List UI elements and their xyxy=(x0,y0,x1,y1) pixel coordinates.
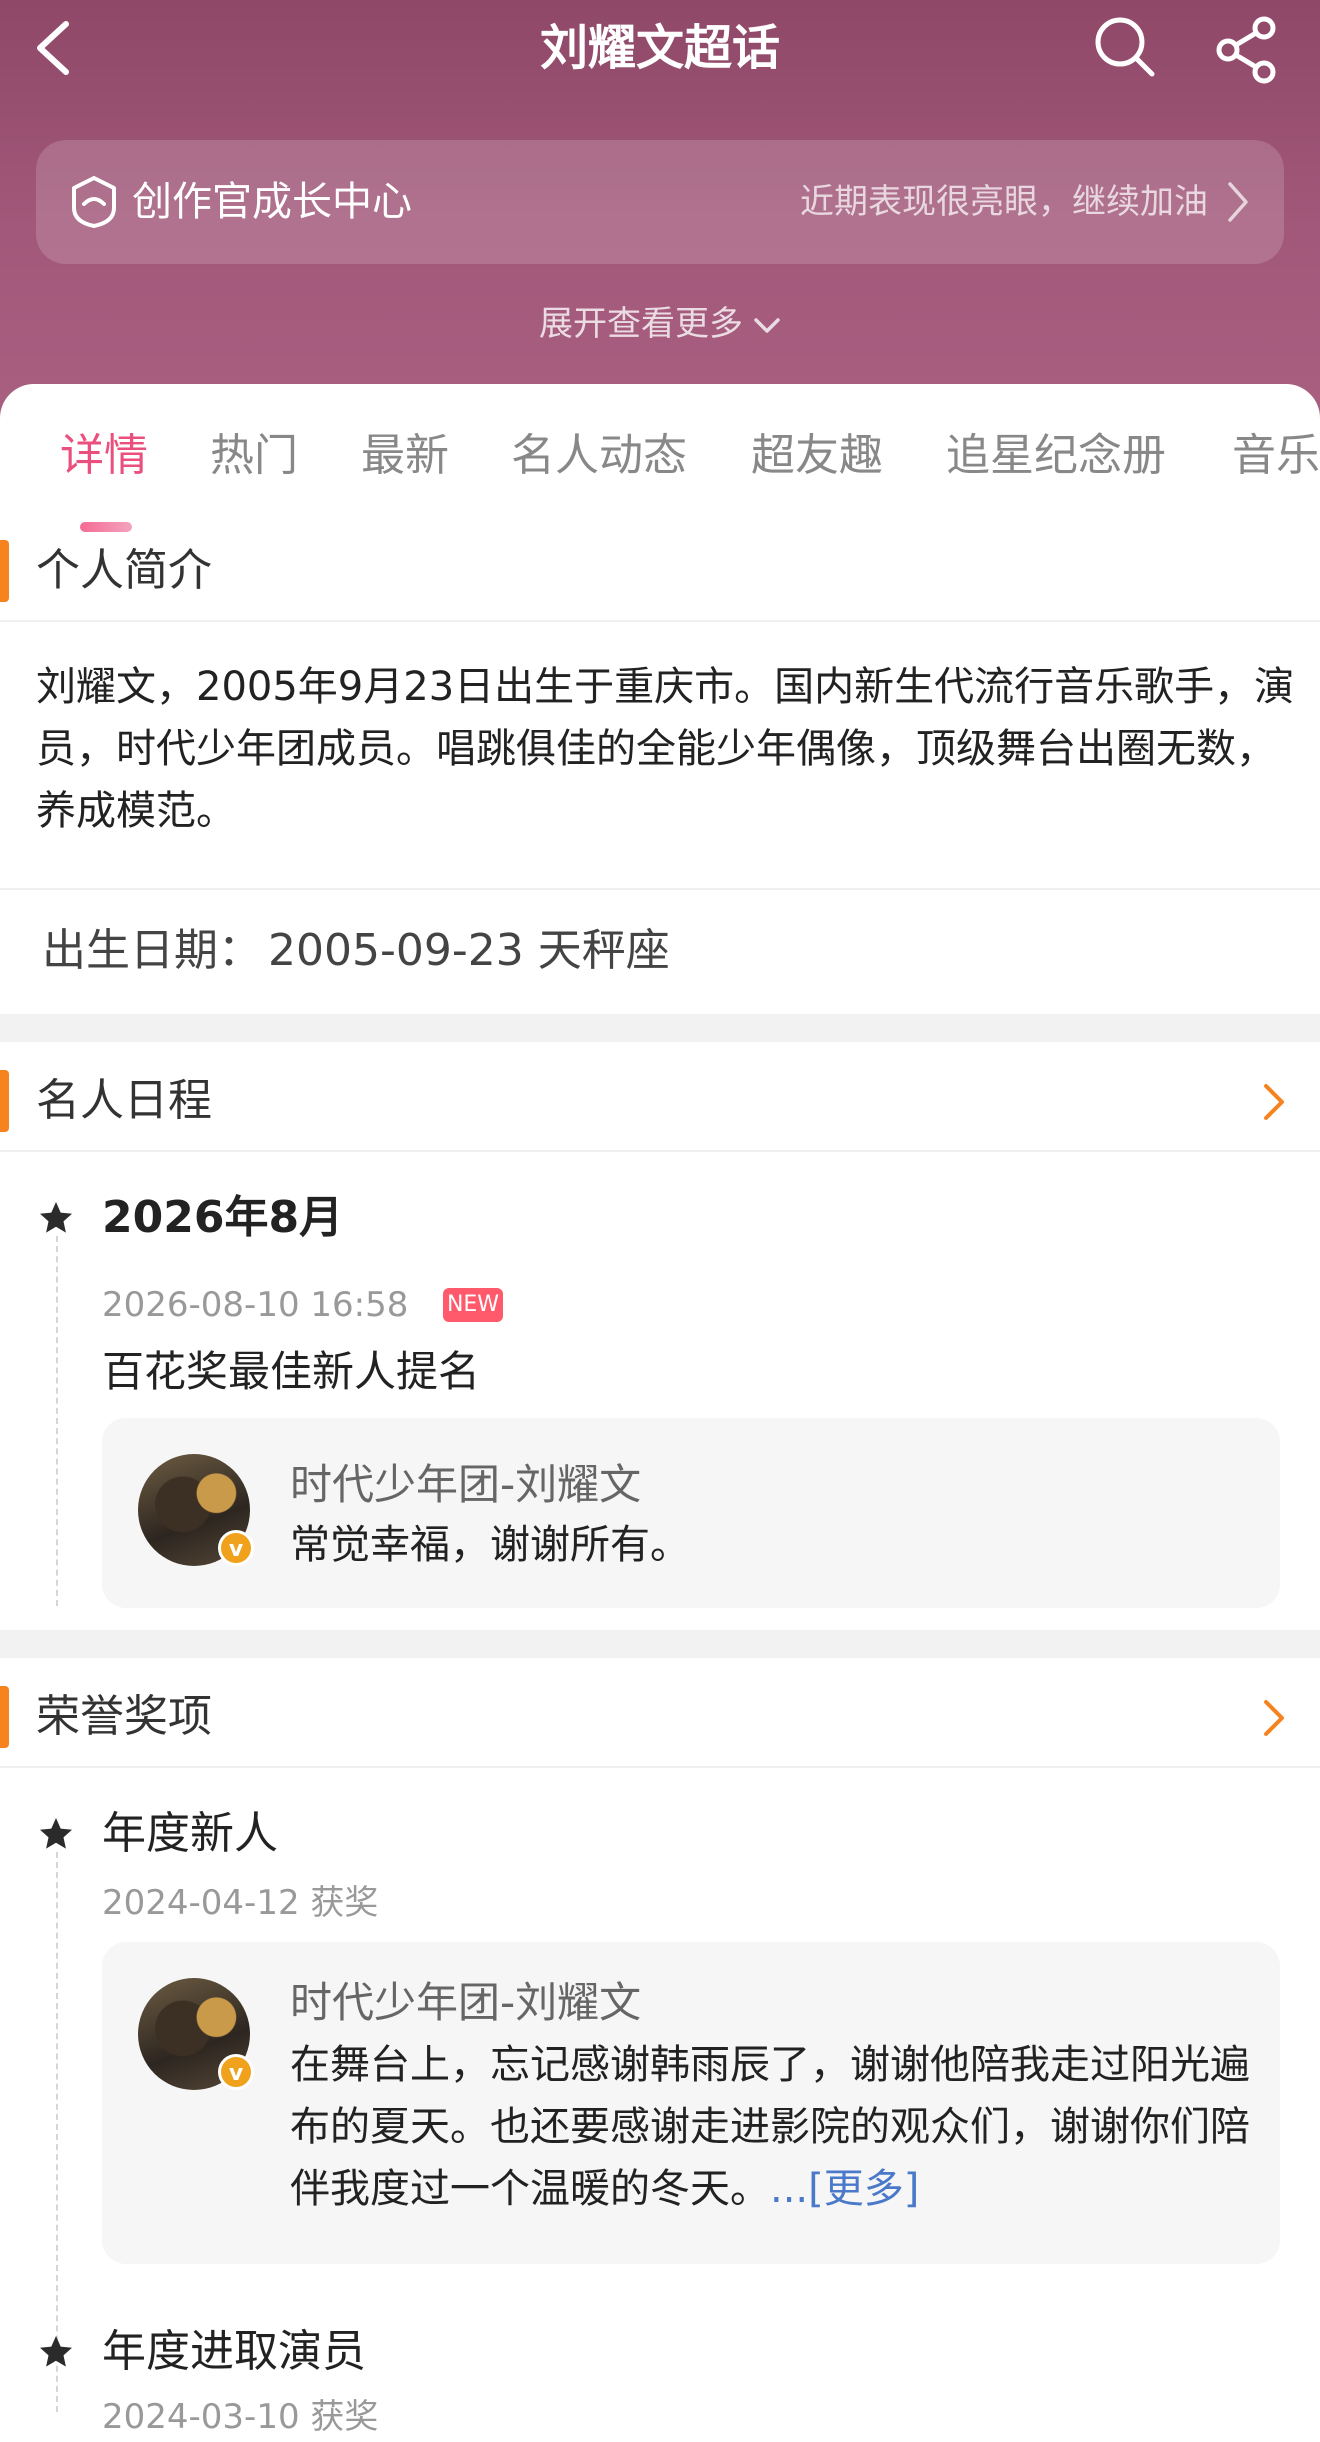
star-icon xyxy=(40,2336,72,2367)
creator-badge-icon xyxy=(72,176,116,228)
tab-fan-fun[interactable]: 超友趣 xyxy=(751,414,883,498)
new-badge: NEW xyxy=(443,1288,503,1322)
divider xyxy=(0,620,1320,622)
divider xyxy=(0,1150,1320,1152)
post-text-block: 在舞台上，忘记感谢韩雨辰了，谢谢他陪我走过阳光遍布的夏天。也还要感谢走进影院的观… xyxy=(290,2034,1250,2220)
verified-badge-icon: v xyxy=(218,2054,254,2090)
honor-date: 2024-03-10 获奖 xyxy=(102,2397,379,2437)
honor-date: 2024-04-12 获奖 xyxy=(102,1883,379,1923)
schedule-month: 2026年8月 xyxy=(102,1192,344,1243)
birth-date-row: 出生日期： 2005-09-23 天秤座 xyxy=(42,918,670,984)
bio-text: 刘耀文，2005年9月23日出生于重庆市。国内新生代流行音乐歌手，演员，时代少年… xyxy=(36,664,1295,834)
honor-title: 年度进取演员 xyxy=(102,2326,366,2377)
tab-celebrity-news[interactable]: 名人动态 xyxy=(511,414,687,498)
honors-section-header[interactable]: 荣誉奖项 xyxy=(0,1664,1320,1772)
post-author[interactable]: 时代少年团-刘耀文 xyxy=(290,1972,641,2034)
profile-section-header: 个人简介 xyxy=(0,518,1320,626)
tab-music[interactable]: 音乐 xyxy=(1232,414,1320,498)
expand-more-label: 展开查看更多 xyxy=(539,304,743,344)
expand-more-toggle[interactable]: 展开查看更多 xyxy=(0,296,1320,352)
schedule-post-card[interactable]: v 时代少年团-刘耀文 常觉幸福，谢谢所有。 xyxy=(102,1418,1280,1608)
timeline-line xyxy=(56,1852,58,2412)
birth-date-label: 出生日期： xyxy=(42,925,262,976)
chevron-right-icon xyxy=(1264,1084,1284,1120)
avatar[interactable]: v xyxy=(138,1454,254,1566)
share-icon[interactable] xyxy=(1212,14,1282,84)
schedule-section-header[interactable]: 名人日程 xyxy=(0,1048,1320,1156)
avatar[interactable]: v xyxy=(138,1978,254,2090)
tab-details[interactable]: 详情 xyxy=(60,414,148,498)
tab-bar: 详情 热门 最新 名人动态 超友趣 追星纪念册 音乐 xyxy=(0,414,1320,532)
section-accent-bar xyxy=(0,1070,9,1132)
post-text: 常觉幸福，谢谢所有。 xyxy=(290,1522,690,1568)
tab-fan-album[interactable]: 追星纪念册 xyxy=(946,414,1166,498)
schedule-event: 百花奖最佳新人提名 xyxy=(102,1347,481,1396)
growth-center-hint: 近期表现很亮眼，继续加油 xyxy=(800,182,1208,222)
birth-date-value: 2005-09-23 天秤座 xyxy=(268,925,670,976)
schedule-time: 2026-08-10 16:58 xyxy=(102,1285,409,1325)
section-gap xyxy=(0,1014,1320,1042)
chevron-right-icon xyxy=(1264,1700,1284,1736)
search-icon[interactable] xyxy=(1092,14,1158,80)
tab-latest[interactable]: 最新 xyxy=(361,414,449,498)
tab-hot[interactable]: 热门 xyxy=(210,414,298,498)
divider xyxy=(0,1766,1320,1768)
post-author[interactable]: 时代少年团-刘耀文 xyxy=(290,1454,641,1516)
star-icon xyxy=(40,1202,72,1233)
honor-title: 年度新人 xyxy=(102,1808,278,1859)
section-title: 个人简介 xyxy=(36,545,212,596)
section-accent-bar xyxy=(0,540,9,602)
more-link[interactable]: ...[更多] xyxy=(770,2166,919,2212)
verified-badge-icon: v xyxy=(218,1530,254,1566)
section-gap xyxy=(0,1630,1320,1658)
creator-growth-center-bar[interactable]: 创作官成长中心 近期表现很亮眼，继续加油 xyxy=(36,140,1284,264)
section-title: 荣誉奖项 xyxy=(36,1691,212,1742)
divider xyxy=(0,888,1320,890)
chevron-right-icon xyxy=(1228,182,1248,222)
topic-header: 刘耀文超话 创作官成长中心 近期表现很亮眼，继续加油 展开查看更多 xyxy=(0,0,1320,420)
growth-center-label: 创作官成长中心 xyxy=(132,179,412,225)
chevron-down-icon xyxy=(754,317,780,333)
star-icon xyxy=(40,1818,72,1849)
section-accent-bar xyxy=(0,1686,9,1748)
honor-post-card[interactable]: v 时代少年团-刘耀文 在舞台上，忘记感谢韩雨辰了，谢谢他陪我走过阳光遍布的夏天… xyxy=(102,1942,1280,2264)
section-title: 名人日程 xyxy=(36,1075,212,1126)
timeline-line xyxy=(56,1236,58,1606)
